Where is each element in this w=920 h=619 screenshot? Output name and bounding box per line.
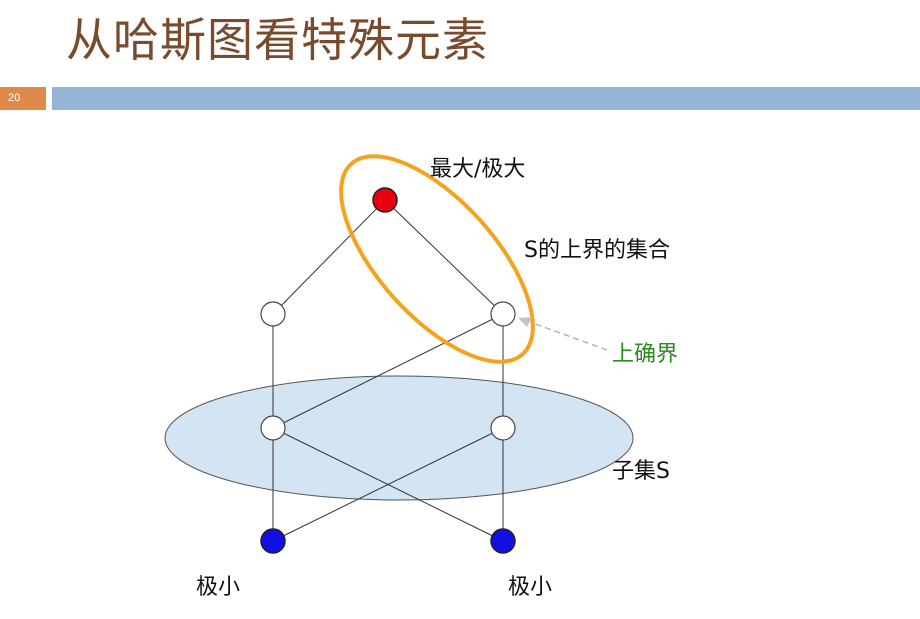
node-minimal-left — [260, 528, 286, 554]
node-lower-right — [490, 415, 516, 441]
node-minimal-right — [490, 528, 516, 554]
label-lub: 上确界 — [612, 342, 678, 367]
label-maximum: 最大/极大 — [430, 157, 525, 182]
node-lub — [490, 301, 516, 327]
node-lower-left — [260, 415, 286, 441]
label-minimal-left: 极小 — [196, 575, 240, 600]
hasse-diagram: 最大/极大 S的上界的集合 上确界 子集S 极小 极小 — [164, 154, 678, 600]
node-maximum — [372, 187, 398, 213]
label-upper-bounds: S的上界的集合 — [524, 238, 670, 263]
label-minimal-right: 极小 — [508, 575, 552, 600]
edge-top-to-mid-left — [272, 199, 386, 315]
label-subset: 子集S — [612, 459, 670, 484]
node-mid-left — [260, 301, 286, 327]
edge-top-to-mid-right — [384, 199, 504, 315]
subset-s-ellipse — [164, 375, 634, 501]
